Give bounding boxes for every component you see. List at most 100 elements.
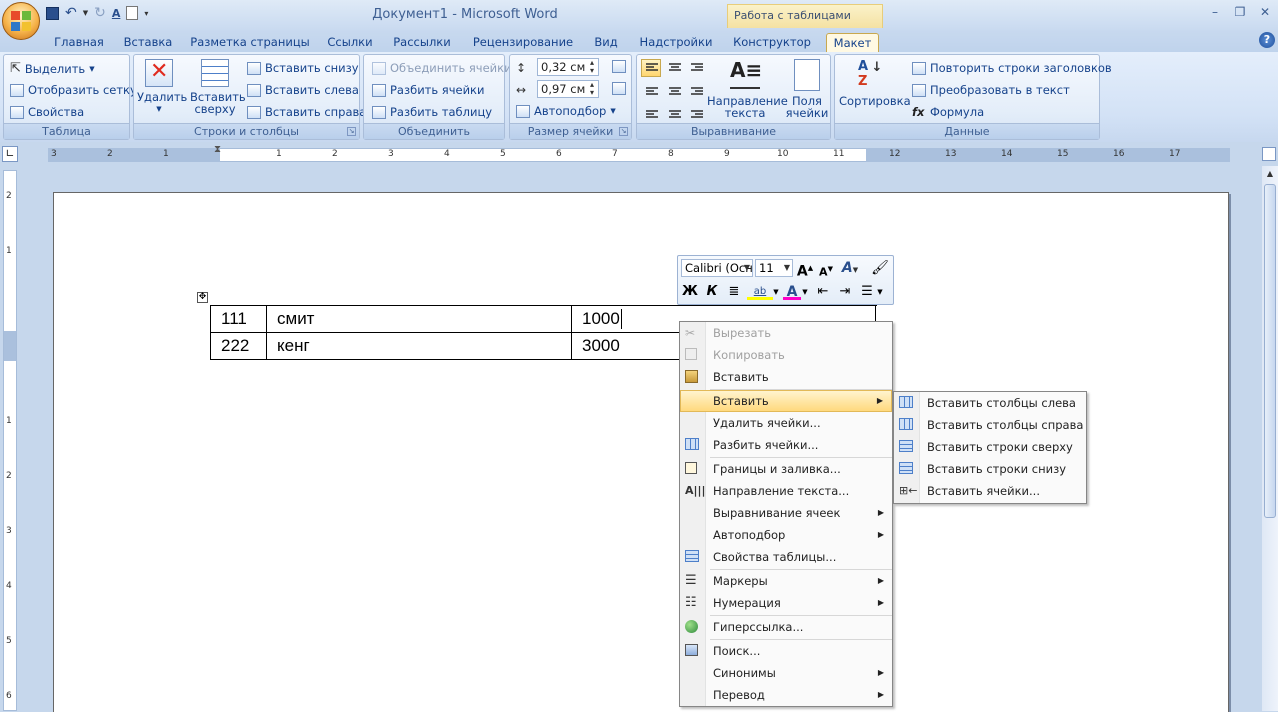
distribute-columns-icon[interactable] xyxy=(612,82,626,95)
customize-toolbar-icon[interactable]: ▾ xyxy=(144,9,148,18)
scroll-up-icon[interactable]: ▲ xyxy=(1262,166,1278,182)
split-cells-button[interactable]: Разбить ячейки xyxy=(372,83,484,97)
split-table-button[interactable]: Разбить таблицу xyxy=(372,105,492,119)
font-color-button[interactable]: A xyxy=(783,283,801,301)
formula-button[interactable]: fx Формула xyxy=(912,105,984,119)
autofit-icon xyxy=(516,104,530,118)
format-painter-icon[interactable]: 🖌 xyxy=(871,259,889,277)
tab-stop-selector[interactable]: ∟ xyxy=(2,146,18,162)
submenu-item-insert-columns-right[interactable]: Вставить столбцы справа xyxy=(894,414,1086,436)
menu-item-bullets[interactable]: ☰ Маркеры ▶ xyxy=(680,570,892,592)
menu-item-autofit[interactable]: Автоподбор ▶ xyxy=(680,524,892,546)
table-cell[interactable]: 111 xyxy=(210,305,267,333)
decrease-indent-icon[interactable]: ⇤ xyxy=(814,283,832,301)
sort-button[interactable]: A Z ↓ Сортировка xyxy=(839,59,911,107)
menu-item-delete-cells[interactable]: Удалить ячейки... xyxy=(680,412,892,434)
properties-button[interactable]: Свойства xyxy=(10,105,84,119)
menu-item-copy[interactable]: Копировать xyxy=(680,344,892,366)
submenu-item-insert-rows-above[interactable]: Вставить строки сверху xyxy=(894,436,1086,458)
submenu-item-insert-cells[interactable]: ⊞← Вставить ячейки... xyxy=(894,480,1086,502)
row-height-input[interactable]: 0,32 см xyxy=(537,58,599,76)
autofit-button[interactable]: Автоподбор ▼ xyxy=(516,104,616,118)
menu-item-borders-shading[interactable]: Границы и заливка... xyxy=(680,458,892,480)
tab-mailings[interactable]: Рассылки xyxy=(388,33,456,52)
grow-font-button[interactable]: A▲ xyxy=(796,259,814,280)
tab-page-layout[interactable]: Разметка страницы xyxy=(190,33,310,52)
font-size-input[interactable]: 11 ▼ xyxy=(755,259,793,277)
insert-left-button[interactable]: Вставить слева xyxy=(247,83,359,97)
help-button[interactable]: ? xyxy=(1259,32,1275,48)
group-cell-size: ↕ 0,32 см ↔ 0,97 см Автоподбор ▼ Размер … xyxy=(509,54,632,140)
menu-item-cell-alignment[interactable]: Выравнивание ячеек ▶ xyxy=(680,502,892,524)
dropdown-arrow-icon[interactable]: ▼ xyxy=(772,283,780,301)
increase-indent-icon[interactable]: ⇥ xyxy=(836,283,854,301)
view-gridlines-button[interactable]: Отобразить сетку xyxy=(10,83,137,97)
center-align-icon[interactable]: ≣ xyxy=(725,283,743,301)
redo-icon[interactable]: ↻ xyxy=(94,6,106,20)
menu-item-insert[interactable]: Вставить ▶ xyxy=(680,390,892,412)
tab-design[interactable]: Конструктор xyxy=(730,33,814,52)
close-button[interactable]: ✕ xyxy=(1254,4,1276,20)
dropdown-arrow-icon[interactable]: ▼ xyxy=(876,283,884,301)
shrink-font-button[interactable]: A▼ xyxy=(817,260,835,279)
bullets-icon[interactable]: ☰ xyxy=(858,283,876,301)
insert-submenu: Вставить столбцы слева Вставить столбцы … xyxy=(893,391,1087,504)
menu-item-split-cells[interactable]: Разбить ячейки... xyxy=(680,434,892,456)
menu-item-hyperlink[interactable]: Гиперссылка... xyxy=(680,616,892,638)
font-name-input[interactable]: Calibri (Осн ▼ xyxy=(681,259,753,277)
submenu-item-insert-columns-left[interactable]: Вставить столбцы слева xyxy=(894,392,1086,414)
menu-item-cut[interactable]: ✂ Вырезать xyxy=(680,322,892,344)
highlight-color-button[interactable]: ab xyxy=(747,283,773,301)
dialog-launcher-icon[interactable]: ↘ xyxy=(619,127,628,136)
minimize-button[interactable]: – xyxy=(1204,4,1226,20)
insert-right-button[interactable]: Вставить справа xyxy=(247,105,366,119)
office-button[interactable] xyxy=(2,2,40,40)
repeat-header-rows-button[interactable]: Повторить строки заголовков xyxy=(912,61,1112,75)
table-move-handle-icon[interactable]: ✥ xyxy=(197,292,208,303)
menu-item-text-direction[interactable]: A||| Направление текста... xyxy=(680,480,892,502)
undo-icon[interactable]: ↶ xyxy=(65,6,77,20)
view-ruler-button[interactable] xyxy=(1262,147,1276,161)
table-cell[interactable]: кенг xyxy=(266,332,572,360)
spelling-icon[interactable]: A xyxy=(112,7,121,20)
text-direction-button[interactable]: A≡ Направление текста xyxy=(707,59,788,119)
styles-icon[interactable]: A▼ xyxy=(841,259,859,277)
menu-item-lookup[interactable]: Поиск... xyxy=(680,640,892,662)
dropdown-arrow-icon[interactable]: ▼ xyxy=(801,283,809,301)
menu-item-synonyms[interactable]: Синонимы ▶ xyxy=(680,662,892,684)
dialog-launcher-icon[interactable]: ↘ xyxy=(347,127,356,136)
submenu-item-insert-rows-below[interactable]: Вставить строки снизу xyxy=(894,458,1086,480)
submenu-arrow-icon: ▶ xyxy=(877,668,884,677)
tab-review[interactable]: Рецензирование xyxy=(468,33,578,52)
convert-to-text-button[interactable]: Преобразовать в текст xyxy=(912,83,1070,97)
distribute-rows-icon[interactable] xyxy=(612,60,626,73)
bold-button[interactable]: Ж xyxy=(681,283,699,301)
tab-view[interactable]: Вид xyxy=(588,33,624,52)
save-icon[interactable] xyxy=(46,6,59,20)
tab-layout[interactable]: Макет xyxy=(826,33,879,52)
table-cell[interactable]: смит xyxy=(266,305,572,333)
tab-addins[interactable]: Надстройки xyxy=(636,33,716,52)
delete-button[interactable]: ✕ Удалить ▼ xyxy=(137,59,187,115)
menu-item-numbering[interactable]: ☷ Нумерация ▶ xyxy=(680,592,892,614)
insert-below-button[interactable]: Вставить снизу xyxy=(247,61,359,75)
vertical-ruler[interactable]: 2 1 1 2 3 4 5 6 xyxy=(3,170,17,711)
undo-dropdown-icon[interactable]: ▼ xyxy=(83,9,88,17)
indent-marker-icon[interactable]: ⧗ xyxy=(214,144,221,155)
restore-button[interactable]: ❐ xyxy=(1229,4,1251,20)
menu-item-table-properties[interactable]: Свойства таблицы... xyxy=(680,546,892,568)
column-width-input[interactable]: 0,97 см xyxy=(537,80,599,98)
cell-margins-button[interactable]: Поля ячейки xyxy=(785,59,829,119)
menu-item-translate[interactable]: Перевод ▶ xyxy=(680,684,892,706)
merge-cells-button[interactable]: Объединить ячейки xyxy=(372,61,512,75)
table-cell[interactable]: 222 xyxy=(210,332,267,360)
italic-button[interactable]: К xyxy=(703,283,721,301)
select-button[interactable]: ⇱ Выделить ▼ xyxy=(10,61,95,76)
tab-insert[interactable]: Вставка xyxy=(118,33,178,52)
scrollbar-thumb[interactable] xyxy=(1264,184,1276,518)
menu-item-paste[interactable]: Вставить xyxy=(680,366,892,388)
insert-above-button[interactable]: Вставить сверху xyxy=(190,59,246,115)
tab-home[interactable]: Главная xyxy=(50,33,108,52)
new-document-icon[interactable] xyxy=(126,6,139,20)
tab-references[interactable]: Ссылки xyxy=(322,33,378,52)
